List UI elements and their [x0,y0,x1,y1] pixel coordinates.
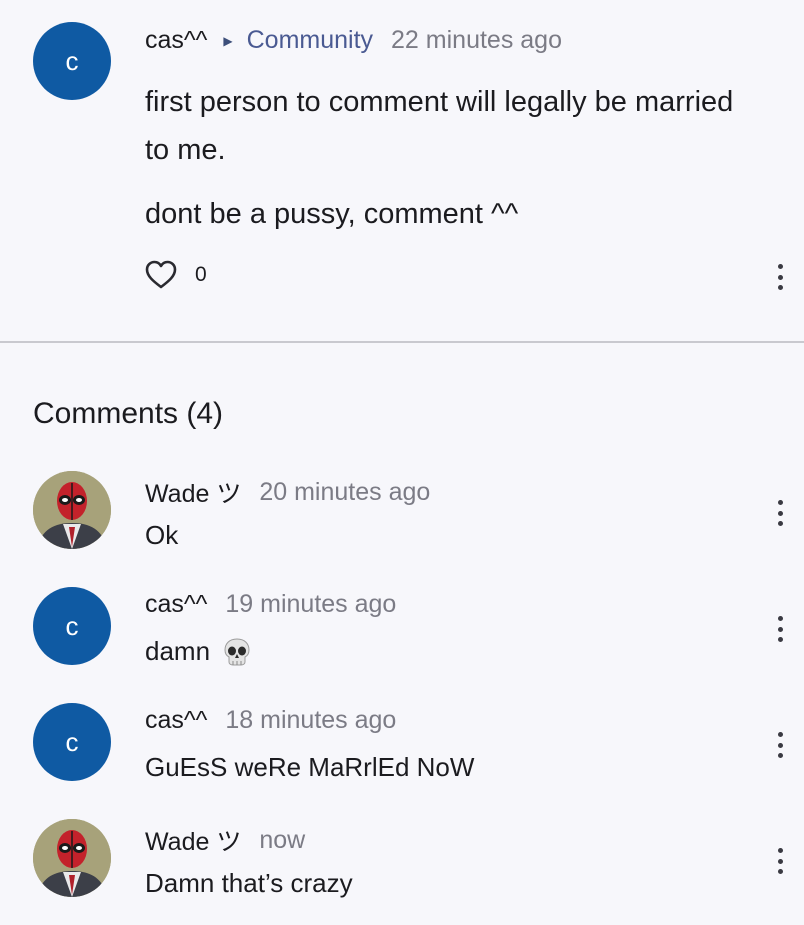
comment-text: GuEsS weRe MaRrlEd NoW [145,752,475,782]
heart-icon [145,260,177,289]
post-body-paragraph-1: first person to comment will legally be … [145,86,734,166]
comments-heading: Comments (4) [33,397,224,430]
comment-more-options-icon[interactable] [774,500,786,526]
post-timestamp: 22 minutes ago [391,26,562,54]
avatar-letter: c [65,45,79,76]
post-author-name[interactable]: cas^^ [145,26,207,55]
divider [0,341,804,343]
post-more-options-icon[interactable] [774,264,786,290]
comment-author-avatar[interactable]: c [33,703,111,781]
comment-meta: Wade ツ 20 minutes ago [145,474,430,510]
avatar-letter: c [65,726,79,757]
post-meta: cas^^ ▶ Community 22 minutes ago [145,26,562,55]
comment-timestamp: now [259,825,306,854]
avatar-letter: c [65,610,79,641]
comment-more-options-icon[interactable] [774,616,786,642]
like-button[interactable]: 0 [145,260,207,290]
comment-author-avatar[interactable]: c [33,587,111,665]
comment-timestamp: 18 minutes ago [225,706,397,734]
like-count: 0 [195,263,207,286]
comment-author-name[interactable]: cas^^ [145,706,207,735]
deadpool-avatar-art [33,819,111,897]
comment-author-name[interactable]: Wade ツ [145,474,241,510]
skull-emoji-icon [224,637,250,665]
community-link[interactable]: Community [247,26,373,55]
comment-timestamp: 19 minutes ago [225,590,397,618]
comment-author-name[interactable]: Wade ツ [145,822,241,858]
deadpool-avatar-art [33,471,111,549]
comment-text: damn [145,636,211,666]
deadpool-avatar[interactable] [33,471,111,549]
comment-text: Ok [145,520,179,550]
deadpool-avatar[interactable] [33,819,111,897]
comment-text-row: damn [145,636,252,667]
comment-text: Damn that’s crazy [145,868,353,898]
comment-meta: cas^^ 19 minutes ago [145,590,396,619]
post-author-avatar[interactable]: c [33,22,111,100]
post-body-paragraph-2: dont be a pussy, comment ^^ [145,198,519,230]
comment-meta: Wade ツ now [145,822,305,858]
caret-right-icon: ▶ [223,33,233,48]
comment-more-options-icon[interactable] [774,732,786,758]
comment-author-name[interactable]: cas^^ [145,590,207,619]
comment-meta: cas^^ 18 minutes ago [145,706,396,735]
comment-timestamp: 20 minutes ago [259,477,431,506]
comment-more-options-icon[interactable] [774,848,786,874]
